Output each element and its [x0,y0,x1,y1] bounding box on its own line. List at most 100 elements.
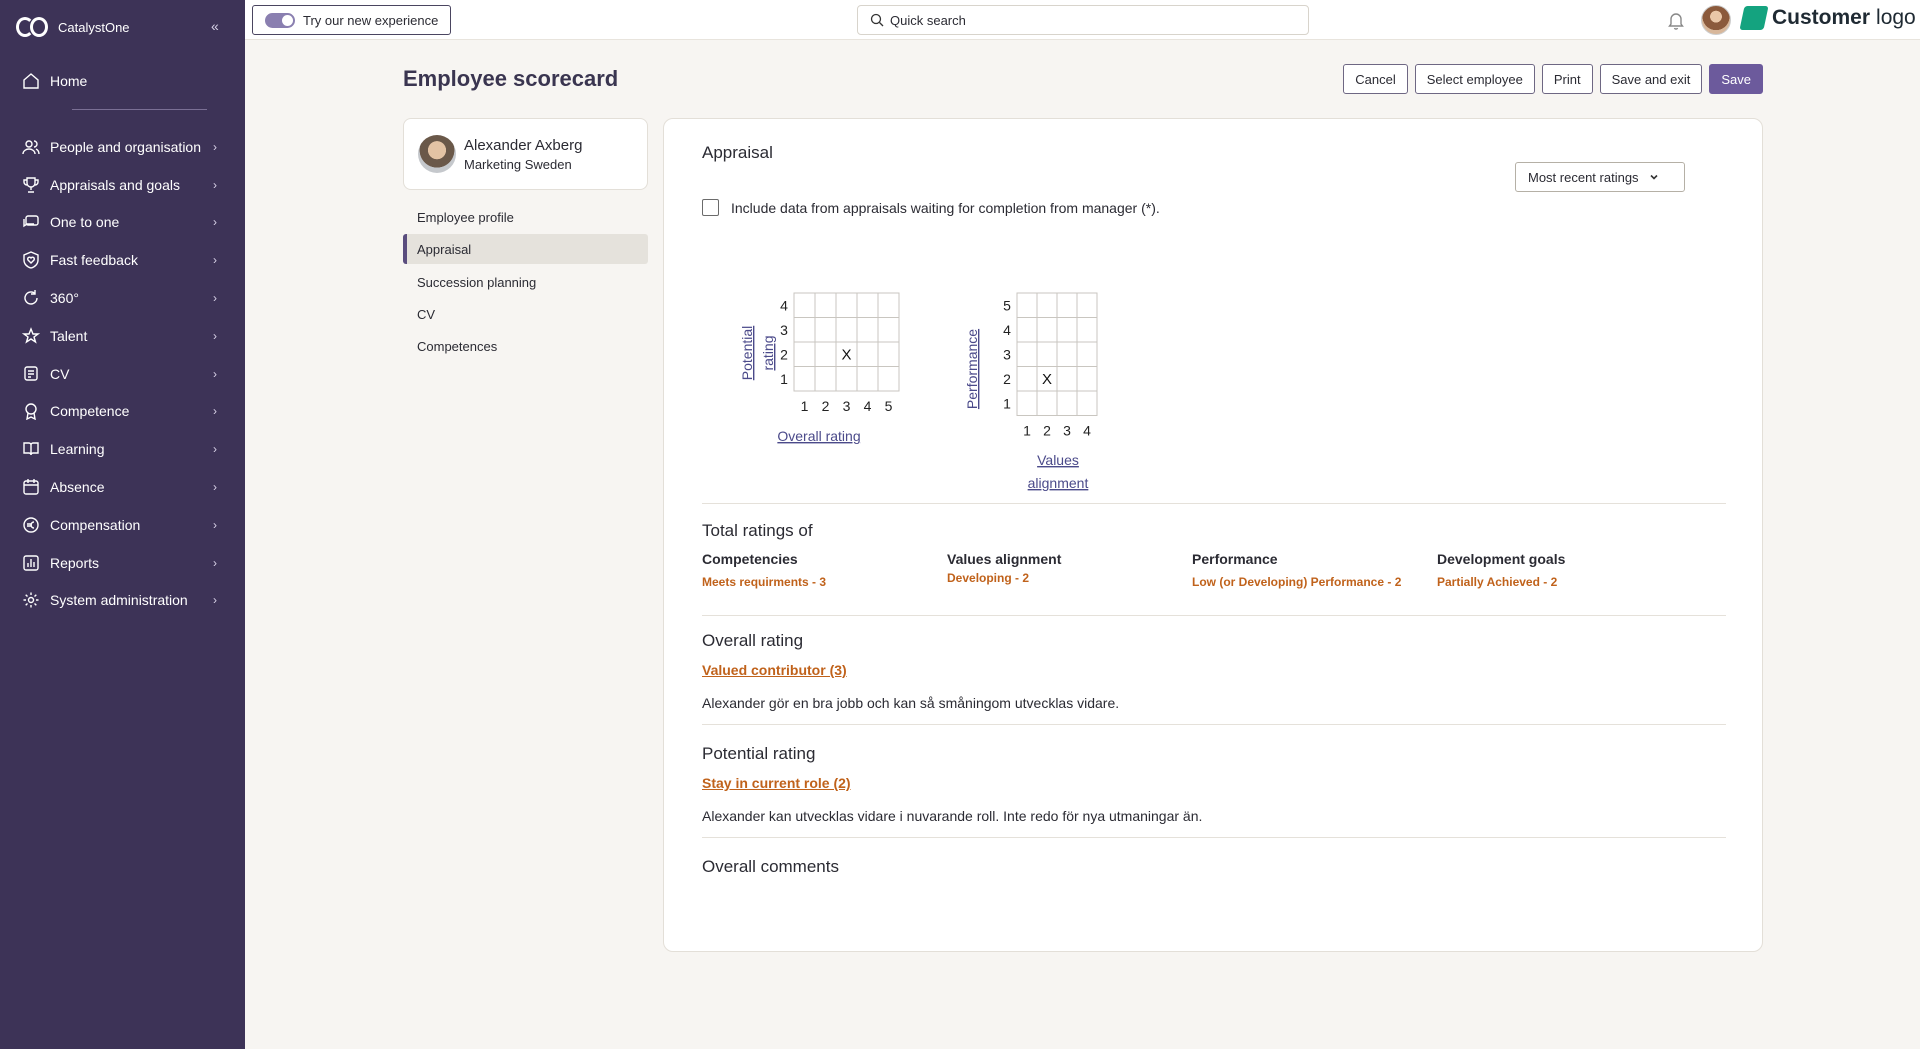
grid-cell [1076,341,1098,367]
user-avatar[interactable] [1701,5,1731,35]
subnav-succession-planning[interactable]: Succession planning [403,267,648,297]
sidebar-item-people[interactable]: People and organisation › [0,128,245,166]
total-heading: Development goals [1437,551,1566,567]
print-button[interactable]: Print [1541,64,1593,94]
chevron-right-icon: › [213,291,217,306]
ratings-dropdown[interactable]: Most recent ratings [1515,162,1685,192]
sidebar-item-talent[interactable]: Talent › [0,317,245,355]
y-tick: 2 [780,346,788,362]
x-tick: 4 [1083,423,1091,439]
potential-axis-link[interactable]: Potential [739,326,755,380]
y-tick: 2 [1003,371,1011,387]
overall-rating-link[interactable]: Valued contributor (3) [702,662,847,678]
sidebar-item-label: Competence [50,403,130,420]
grid-marker: X [1042,371,1052,388]
overall-rating-axis-link[interactable]: Overall rating [777,428,860,444]
grid-cell [814,341,837,367]
total-performance: Performance Low (or Developing) Performa… [1192,551,1437,589]
customer-logo-bold-text: Customer [1772,6,1871,29]
chevron-right-icon: › [213,177,217,192]
collapse-sidebar-button[interactable]: « [211,18,219,34]
grid-cell [1056,366,1078,392]
x-tick: 4 [864,398,872,414]
sidebar-item-home[interactable]: Home [22,70,87,92]
chart-icon [22,554,40,572]
y-tick: 1 [780,371,788,387]
sidebar-item-absence[interactable]: Absence › [0,468,245,506]
appraisal-card: Appraisal Most recent ratings Include da… [663,118,1763,952]
include-pending-label: Include data from appraisals waiting for… [731,199,1160,216]
search-icon [870,13,884,27]
book-icon [22,440,40,458]
sidebar-item-label: Fast feedback [50,252,138,269]
grid-cell [1056,341,1078,367]
sidebar-item-reports[interactable]: Reports › [0,544,245,582]
grid-cell [1016,341,1038,367]
grid-marker: X [841,346,851,363]
include-pending-checkbox[interactable] [702,199,719,216]
total-value: Low (or Developing) Performance - 2 [1192,575,1402,589]
x-tick: 1 [1023,423,1031,439]
quick-search-input[interactable]: Quick search [857,5,1309,35]
grid-cell [1056,390,1078,416]
sidebar-item-learning[interactable]: Learning › [0,430,245,468]
home-icon [23,73,39,89]
sidebar-item-label: Home [50,73,88,89]
sidebar-item-fast-feedback[interactable]: Fast feedback › [0,241,245,279]
bell-icon[interactable] [1665,9,1687,31]
sidebar-item-one-to-one[interactable]: One to one › [0,204,245,242]
subnav-competences[interactable]: Competences [403,331,648,361]
trophy-icon [22,176,40,194]
try-new-experience-toggle[interactable]: Try our new experience [252,5,452,35]
performance-axis-link[interactable]: Performance [964,329,980,409]
potential-overall-grid: 4 3 2 1 1 2 3 4 5 X Overall rating Poten… [739,292,900,444]
sidebar-item-label: System administration [50,592,188,609]
overall-rating-title: Overall rating [702,631,804,650]
sidebar-item-appraisals[interactable]: Appraisals and goals › [0,166,245,204]
chevron-right-icon: › [213,328,217,343]
subnav-cv[interactable]: CV [403,299,648,329]
total-competencies: Competencies Meets requirments - 3 [702,551,947,589]
save-button[interactable]: Save [1709,64,1763,94]
customer-logo: Customer logo [1739,6,1916,30]
grid-cell [793,341,816,367]
heart-shield-icon [22,251,40,270]
employee-name: Alexander Axberg [464,136,583,154]
grid-cell [877,341,900,367]
chat-icon [22,213,40,231]
chevron-right-icon: › [213,253,217,268]
calendar-icon [22,478,40,496]
total-value: Partially Achieved - 2 [1437,575,1558,589]
values-axis-link[interactable]: Values [1037,452,1079,468]
select-employee-button[interactable]: Select employee [1414,64,1535,94]
x-tick: 3 [1063,423,1071,439]
sidebar-item-360[interactable]: 360° › [0,279,245,317]
potential-rating-link[interactable]: Stay in current role (2) [702,775,851,791]
rating-axis-link[interactable]: rating [760,335,776,370]
y-tick: 3 [780,322,788,338]
subnav-appraisal[interactable]: Appraisal [403,234,648,264]
employee-avatar [418,135,456,173]
topbar: Try our new experience Quick search Cust… [245,0,1920,40]
employee-card: Alexander Axberg Marketing Sweden [403,118,648,190]
toggle-switch[interactable] [265,12,295,28]
chevron-right-icon: › [213,366,217,381]
sidebar-item-system-administration[interactable]: System administration › [0,582,245,620]
alignment-axis-link[interactable]: alignment [1028,475,1089,491]
x-tick: 3 [843,398,851,414]
grid-cell [877,366,900,392]
people-icon [22,138,40,156]
divider [702,837,1726,838]
performance-values-grid: 5 4 3 2 1 1 2 3 4 X Values alignment Per… [964,292,1098,491]
sidebar-item-label: Compensation [50,516,141,533]
sidebar-item-label: Absence [50,479,105,496]
save-and-exit-button[interactable]: Save and exit [1599,64,1703,94]
brand-logo[interactable]: CatalystOne [16,16,130,38]
subnav-employee-profile[interactable]: Employee profile [403,202,648,232]
sidebar-item-compensation[interactable]: Compensation › [0,506,245,544]
ratings-dropdown-value: Most recent ratings [1528,169,1639,185]
sidebar-item-competence[interactable]: Competence › [0,393,245,431]
cancel-button[interactable]: Cancel [1343,64,1408,94]
sidebar-item-cv[interactable]: CV › [0,355,245,393]
sidebar-menu: People and organisation › Appraisals and … [0,128,245,619]
